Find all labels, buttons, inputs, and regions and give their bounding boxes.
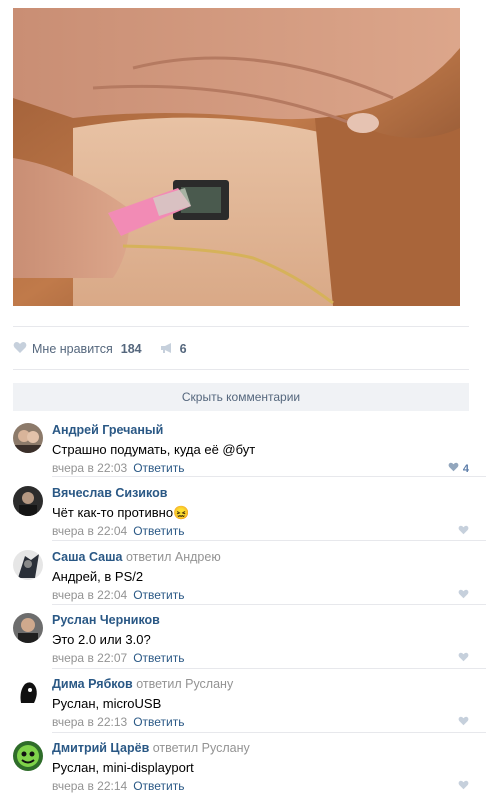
reply-button[interactable]: Ответить [133, 524, 184, 538]
reply-button[interactable]: Ответить [133, 779, 184, 793]
comment-author[interactable]: Андрей Гречаный [52, 423, 469, 438]
avatar[interactable] [13, 613, 43, 643]
divider [52, 732, 486, 733]
comment-like-button[interactable] [458, 589, 469, 602]
comment-like-button[interactable] [458, 716, 469, 729]
reply-button[interactable]: Ответить [133, 461, 184, 475]
heart-icon [458, 525, 469, 538]
comment-item: Саша Саша ответил Андрею Андрей, в PS/2 … [13, 550, 469, 602]
comment-text: Руслан, mini-displayport [52, 760, 194, 775]
comment-item: Андрей Гречаный Страшно подумать, куда е… [13, 423, 469, 475]
post-photo[interactable] [13, 8, 460, 306]
comment-item: Дима Рябков ответил Руслану Руслан, micr… [13, 677, 469, 729]
divider [13, 369, 469, 370]
megaphone-icon [160, 342, 174, 357]
heart-icon [458, 589, 469, 602]
reply-target: ответил Андрею [125, 550, 221, 564]
comment-text: Андрей, в PS/2 [52, 569, 144, 584]
divider [52, 476, 486, 477]
comment-time[interactable]: вчера в 22:03 [52, 461, 127, 475]
avatar[interactable] [13, 486, 43, 516]
comment-author[interactable]: Дмитрий Царёв ответил Руслану [52, 741, 469, 756]
comment-text: Чёт как-то противно😖 [52, 505, 190, 520]
divider [13, 326, 469, 327]
reply-button[interactable]: Ответить [133, 651, 184, 665]
heart-icon [448, 462, 459, 475]
like-count: 184 [120, 342, 142, 356]
comment-text: Руслан, microUSB [52, 696, 162, 711]
comment-like-button[interactable] [458, 525, 469, 538]
comment-time[interactable]: вчера в 22:13 [52, 715, 127, 729]
hide-comments-button[interactable]: Скрыть комментарии [13, 383, 469, 411]
comment-meta: вчера в 22:03 Ответить [52, 461, 469, 476]
comment-time[interactable]: вчера в 22:04 [52, 524, 127, 538]
comment-meta: вчера в 22:04 Ответить [52, 588, 469, 603]
comment-text: Страшно подумать, куда её @бут [52, 442, 256, 457]
comment-like-button[interactable] [458, 780, 469, 793]
comment-item: Руслан Черников Это 2.0 или 3.0? вчера в… [13, 613, 469, 665]
avatar[interactable] [13, 677, 43, 707]
reply-target: ответил Руслану [136, 677, 234, 691]
comment-text: Это 2.0 или 3.0? [52, 632, 151, 647]
avatar[interactable] [13, 550, 43, 580]
comment-meta: вчера в 22:14 Ответить [52, 779, 469, 794]
comment-item: Дмитрий Царёв ответил Руслану Руслан, mi… [13, 741, 469, 793]
reply-target: ответил Руслану [152, 741, 250, 755]
like-button[interactable]: Мне нравится 184 [13, 341, 142, 357]
comment-time[interactable]: вчера в 22:14 [52, 779, 127, 793]
heart-icon [458, 716, 469, 729]
divider [52, 540, 486, 541]
avatar[interactable] [13, 423, 43, 453]
comment-like-button[interactable]: 4 [448, 462, 469, 475]
comment-item: Вячеслав Сизиков Чёт как-то противно😖 вч… [13, 486, 469, 538]
comment-meta: вчера в 22:04 Ответить [52, 524, 469, 539]
reply-button[interactable]: Ответить [133, 588, 184, 602]
comment-time[interactable]: вчера в 22:04 [52, 588, 127, 602]
like-label: Мне нравится [32, 342, 113, 356]
heart-icon [458, 780, 469, 793]
reply-button[interactable]: Ответить [133, 715, 184, 729]
post-actions: Мне нравится 184 6 [13, 340, 187, 358]
comment-like-count: 4 [462, 462, 469, 475]
comment-like-button[interactable] [458, 652, 469, 665]
comment-meta: вчера в 22:13 Ответить [52, 715, 469, 730]
share-button[interactable]: 6 [160, 342, 187, 357]
comment-meta: вчера в 22:07 Ответить [52, 651, 469, 666]
comment-author[interactable]: Вячеслав Сизиков [52, 486, 469, 501]
divider [52, 668, 486, 669]
divider [52, 604, 486, 605]
comment-time[interactable]: вчера в 22:07 [52, 651, 127, 665]
share-count: 6 [179, 342, 187, 356]
comment-author[interactable]: Руслан Черников [52, 613, 469, 628]
avatar[interactable] [13, 741, 43, 771]
heart-icon [458, 652, 469, 665]
comment-author[interactable]: Саша Саша ответил Андрею [52, 550, 469, 565]
comment-author[interactable]: Дима Рябков ответил Руслану [52, 677, 469, 692]
heart-icon [13, 341, 27, 357]
